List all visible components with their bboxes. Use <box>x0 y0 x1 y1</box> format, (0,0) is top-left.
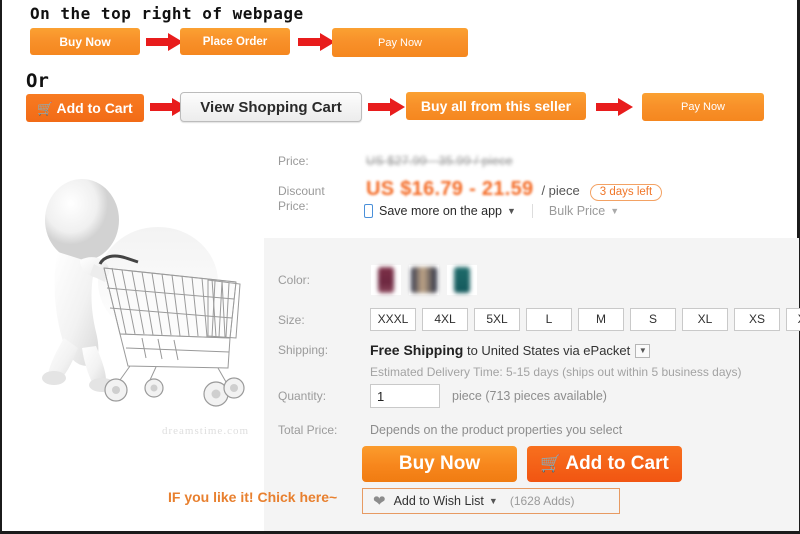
flow-pay-now-button-2[interactable]: Pay Now <box>642 93 764 121</box>
shipping-row: Shipping: Free Shipping to United States… <box>278 342 742 379</box>
size-option[interactable]: M <box>578 308 624 331</box>
color-swatch-teal[interactable] <box>446 264 478 296</box>
quantity-input[interactable] <box>370 384 440 408</box>
total-price-row: Total Price: Depends on the product prop… <box>278 422 622 438</box>
product-image[interactable] <box>8 142 264 462</box>
shipping-destination-text: to United States via ePacket <box>463 343 631 358</box>
size-option[interactable]: S <box>630 308 676 331</box>
arrow-right-icon <box>146 33 183 51</box>
flow-heading-or: Or <box>26 70 49 92</box>
original-price-value: US $27.99 - 35.99 / piece <box>366 154 513 168</box>
size-option[interactable]: XS <box>734 308 780 331</box>
total-price-label: Total Price: <box>278 423 338 437</box>
add-to-cart-label: Add to Cart <box>565 453 669 474</box>
color-thumbnail <box>454 267 470 293</box>
promo-countdown-badge: 3 days left <box>589 184 663 201</box>
arrow-right-icon <box>368 98 405 116</box>
total-price-note: Depends on the product properties you se… <box>370 423 623 437</box>
flow-place-order-button[interactable]: Place Order <box>180 28 290 55</box>
wish-list-count: (1628 Adds) <box>509 494 575 508</box>
main-action-buttons: Buy Now 🛒 Add to Cart <box>362 446 682 482</box>
free-shipping-text: Free Shipping <box>370 342 464 358</box>
size-option[interactable]: 5XL <box>474 308 520 331</box>
product-properties-panel: Color: Size: XXXL 4XL 5XL L M S XL XS XX… <box>264 238 800 531</box>
price-row: Price: US $27.99 - 35.99 / piece <box>278 154 513 169</box>
color-label: Color: <box>278 273 311 287</box>
flow-pay-now-label-1: Pay Now <box>377 36 423 49</box>
quantity-label: Quantity: <box>278 389 327 403</box>
size-option[interactable]: XL <box>682 308 728 331</box>
flow-pay-now-button-1[interactable]: Pay Now <box>332 28 468 57</box>
buy-now-label: Buy Now <box>398 453 481 474</box>
flow-buy-all-from-seller-label: Buy all from this seller <box>420 98 572 114</box>
chevron-down-icon[interactable]: ▼ <box>610 206 619 216</box>
price-label: Price: <box>278 154 309 168</box>
discount-price-value: US $16.79 - 21.59 <box>366 178 534 200</box>
color-thumbnail <box>411 267 437 293</box>
cart-icon: 🛒 <box>540 454 562 473</box>
size-option[interactable]: XXXL <box>370 308 416 331</box>
quantity-row: Quantity: piece (713 pieces available) <box>278 384 607 408</box>
arrow-right-icon <box>596 98 633 116</box>
shipping-eta-text: Estimated Delivery Time: 5-15 days (ship… <box>370 365 742 379</box>
annotation-chick-here: IF you like it! Chick here~ <box>168 489 338 505</box>
add-to-wish-list-button[interactable]: ❤ Add to Wish List ▼ (1628 Adds) <box>362 488 620 514</box>
flow-buy-all-from-seller-button[interactable]: Buy all from this seller <box>406 92 586 120</box>
flow-buy-now-button[interactable]: Buy Now <box>30 28 140 55</box>
size-label: Size: <box>278 312 305 327</box>
flow-add-to-cart-button[interactable]: 🛒 Add to Cart <box>26 94 144 122</box>
shipping-label: Shipping: <box>278 343 329 357</box>
save-more-on-app-link[interactable]: Save more on the app <box>379 204 502 218</box>
flow-view-shopping-cart-button[interactable]: View Shopping Cart <box>180 92 362 122</box>
flow-heading-top: On the top right of webpage <box>30 4 304 23</box>
color-thumbnail <box>378 267 394 293</box>
flow-add-to-cart-label: Add to Cart <box>56 100 133 116</box>
figure-with-cart-illustration <box>42 179 245 407</box>
shipping-select-dropdown[interactable]: ▼ <box>635 343 651 358</box>
chevron-down-icon[interactable]: ▼ <box>507 206 516 216</box>
color-swatch-navy-tan[interactable] <box>408 264 440 296</box>
mobile-phone-icon <box>364 204 373 218</box>
price-unit: / piece <box>541 183 580 198</box>
flow-buy-now-label: Buy Now <box>59 34 111 49</box>
color-swatch-burgundy[interactable] <box>370 264 402 296</box>
cart-icon: 🛒 <box>37 100 54 116</box>
quantity-availability-note: piece (713 pieces available) <box>452 389 607 403</box>
flow-view-shopping-cart-label: View Shopping Cart <box>200 98 342 116</box>
color-row: Color: <box>278 264 484 296</box>
add-to-cart-button[interactable]: 🛒 Add to Cart <box>527 446 682 482</box>
size-option[interactable]: L <box>526 308 572 331</box>
heart-icon: ❤ <box>373 492 386 510</box>
buy-now-button[interactable]: Buy Now <box>362 446 517 482</box>
flow-place-order-label: Place Order <box>202 35 268 48</box>
image-watermark: dreamstime.com <box>162 425 250 437</box>
shipping-method: Free Shipping to United States via ePack… <box>370 342 742 360</box>
discount-price-label-line2: Price: <box>278 199 309 213</box>
app-savings-row: Save more on the app ▼ Bulk Price ▼ <box>364 204 619 218</box>
discount-price-label: Discount Price: <box>278 184 366 214</box>
chevron-down-icon[interactable]: ▼ <box>489 496 498 506</box>
arrow-right-icon <box>298 33 335 51</box>
size-row: Size: XXXL 4XL 5XL L M S XL XS XXL <box>278 308 800 331</box>
flow-pay-now-label-2: Pay Now <box>680 101 726 113</box>
bulk-price-link[interactable]: Bulk Price <box>549 204 605 218</box>
size-option[interactable]: XXL <box>786 308 800 331</box>
divider <box>531 204 533 218</box>
size-option[interactable]: 4XL <box>422 308 468 331</box>
wish-list-label: Add to Wish List <box>393 494 484 508</box>
screenshot-frame: On the top right of webpage Buy Now Plac… <box>0 0 800 534</box>
discount-price-label-line1: Discount <box>278 184 325 198</box>
